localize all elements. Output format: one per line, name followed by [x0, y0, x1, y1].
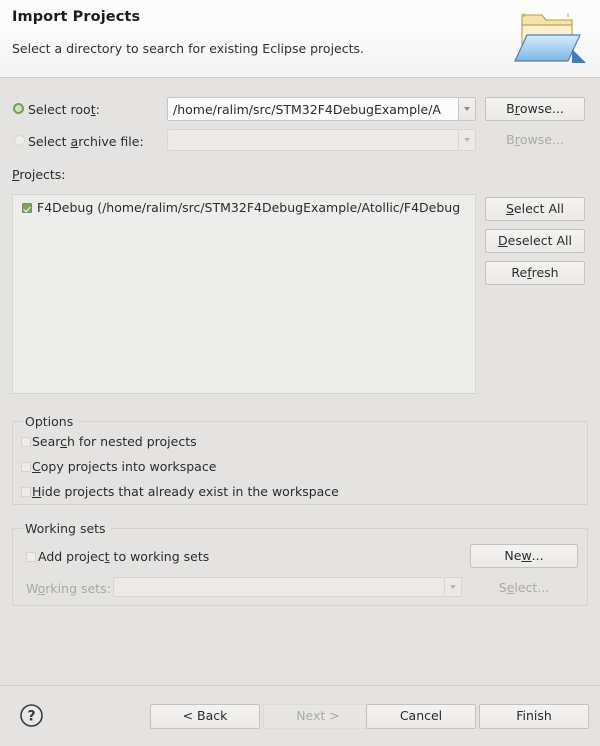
select-working-set-button: Se lect... [498, 579, 550, 595]
refresh-button[interactable]: Re f resh [485, 261, 585, 285]
project-label: F4Debug (/home/ralim/src/STM32F4DebugExa… [37, 200, 461, 215]
help-question-icon[interactable]: ? [19, 703, 44, 728]
hide-existing-projects-checkbox[interactable] [21, 487, 31, 497]
select-archive-file-radio[interactable] [14, 135, 25, 146]
projects-list[interactable]: F4Debug (/home/ralim/src/STM32F4DebugExa… [12, 194, 476, 394]
back-button[interactable]: < Back [150, 704, 260, 729]
svg-text:?: ? [27, 709, 35, 725]
next-button: Next > [263, 704, 373, 729]
hide-existing-projects-label[interactable]: Hide projects that already exist in the … [32, 484, 339, 499]
projects-label: Projects: [12, 167, 66, 182]
archive-file-dropdown-arrow[interactable] [459, 129, 476, 151]
chevron-down-icon [464, 107, 470, 111]
archive-file-input[interactable] [167, 129, 459, 151]
list-item[interactable]: F4Debug (/home/ralim/src/STM32F4DebugExa… [22, 200, 460, 215]
finish-button[interactable]: Finish [479, 704, 589, 729]
working-sets-combo[interactable] [113, 577, 445, 597]
working-sets-combo-label: Working sets: [26, 581, 111, 596]
page-title: Import Projects [12, 9, 141, 25]
browse-archive-button: Br owse... [506, 131, 564, 147]
root-directory-value: /home/ralim/src/STM32F4DebugExample/A [173, 101, 441, 117]
chevron-down-icon [450, 585, 456, 589]
working-sets-dropdown-arrow[interactable] [445, 577, 462, 597]
select-all-button[interactable]: Select All [485, 197, 585, 221]
browse-directory-button[interactable]: Br owse... [485, 97, 585, 121]
cancel-button[interactable]: Cancel [366, 704, 476, 729]
select-root-directory-radio[interactable] [13, 103, 24, 114]
add-project-to-working-sets-label[interactable]: Add project to working sets [38, 549, 209, 564]
copy-projects-checkbox[interactable] [21, 462, 31, 472]
options-group-label: Options [23, 414, 79, 429]
project-checkbox[interactable] [22, 203, 32, 213]
new-working-set-button[interactable]: Ne w... [470, 544, 578, 568]
footer-divider [0, 685, 600, 686]
root-directory-dropdown-arrow[interactable] [459, 97, 476, 121]
select-root-directory-label: Select root: [28, 102, 100, 117]
page-subtitle: Select a directory to search for existin… [12, 41, 364, 56]
select-archive-file-label: Select archive file: [28, 134, 144, 149]
copy-projects-label[interactable]: Copy projects into workspace [32, 459, 216, 474]
dialog-header: Import Projects Select a directory to se… [0, 0, 600, 78]
working-sets-group-label: Working sets [23, 521, 111, 536]
search-nested-projects-label[interactable]: Search for nested projects [32, 434, 197, 449]
deselect-all-button[interactable]: Deselect All [485, 229, 585, 253]
open-folder-icon [510, 5, 592, 71]
root-directory-input[interactable]: /home/ralim/src/STM32F4DebugExample/A [167, 97, 459, 121]
chevron-down-icon [464, 138, 470, 142]
search-nested-projects-checkbox[interactable] [21, 437, 31, 447]
add-project-to-working-sets-checkbox[interactable] [26, 552, 36, 562]
